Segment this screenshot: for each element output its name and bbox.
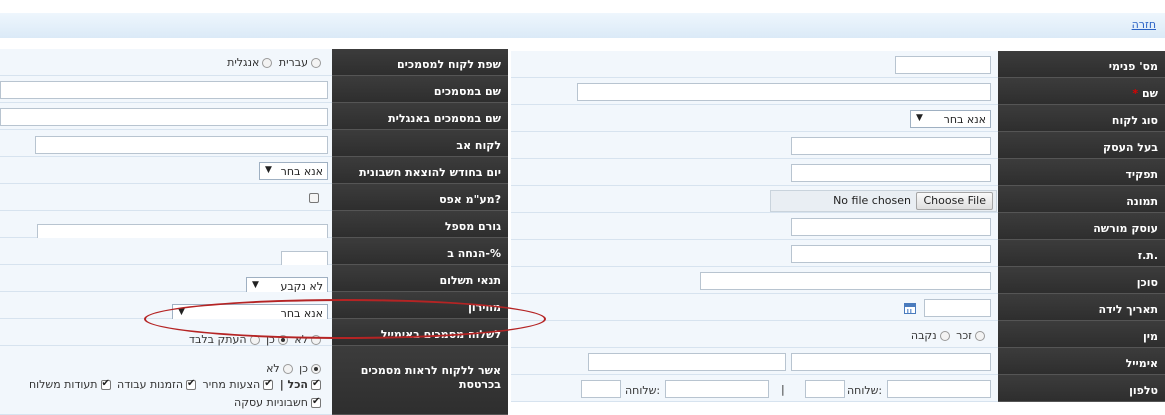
phone-label: טלפון — [998, 375, 1165, 402]
chevron-down-icon: ▼ — [265, 165, 272, 175]
row-invoice-day: אנא בחר ▼ יום בחודש להוצאת חשבונית — [0, 157, 508, 184]
phone2-input[interactable] — [665, 380, 769, 398]
row-referrer: גורם מספל — [0, 211, 508, 242]
choose-file-button[interactable]: Choose File — [916, 192, 993, 210]
internal-no-label: מס' פנימי — [998, 51, 1165, 78]
licensed-dealer-label: עוסק מורשה — [998, 213, 1165, 240]
row-phone: שלוחה: | שלוחה: טלפון — [511, 375, 1165, 402]
documents-settings-panel: עברית אנגלית שפת לקוח למסמכים שם במסמכים… — [0, 44, 508, 415]
work-orders-checkbox[interactable] — [186, 378, 197, 390]
row-birth-date: תאריך לידה — [511, 294, 1165, 321]
row-business-owner: בעל העסק — [511, 132, 1165, 159]
allow-view-options: כן לא — [266, 362, 324, 375]
top-bar: חזרה — [0, 13, 1165, 38]
quotes-checkbox[interactable] — [263, 378, 274, 390]
discount-label: הנחה ב-% — [332, 238, 508, 265]
allow-view-label: אשר ללקוח לראות מסמכים בכרטסת — [332, 346, 508, 415]
business-owner-label: בעל העסק — [998, 132, 1165, 159]
row-doc-name: שם במסמכים — [0, 76, 508, 103]
deal-invoices-checkbox[interactable] — [311, 396, 321, 408]
extension1-label: שלוחה: — [847, 384, 883, 397]
email-label: אימייל — [998, 348, 1165, 375]
allow-yes-radio[interactable] — [311, 364, 321, 374]
row-name: * שם — [511, 78, 1165, 105]
row-licensed-dealer: עוסק מורשה — [511, 213, 1165, 240]
language-options: עברית אנגלית — [227, 56, 324, 69]
image-label: תמונה — [998, 186, 1165, 213]
gender-label: מין — [998, 321, 1165, 348]
gender-options: זכר נקבה — [911, 329, 988, 342]
id-no-input[interactable] — [791, 245, 991, 263]
male-radio[interactable] — [975, 331, 985, 341]
referrer-label: גורם מספל — [332, 211, 508, 238]
delivery-notes-checkbox[interactable] — [100, 378, 111, 390]
no-file-text: No file chosen — [833, 194, 911, 207]
back-link[interactable]: חזרה — [1132, 18, 1156, 31]
customer-type-select[interactable]: אנא בחר ▼ — [910, 110, 991, 128]
phone-input[interactable] — [887, 380, 991, 398]
business-owner-input[interactable] — [791, 137, 991, 155]
row-allow-view: כן לא הכל | הצעות מחיר הזמנות עבודה תעוד… — [0, 346, 508, 415]
email-input[interactable] — [791, 353, 991, 371]
row-payment-terms: לא נקבע ▼ תנאי תשלום — [0, 265, 508, 295]
row-doc-language: עברית אנגלית שפת לקוח למסמכים — [0, 49, 508, 76]
agent-label: סוכן — [998, 267, 1165, 294]
chevron-down-icon: ▼ — [252, 280, 259, 290]
customer-type-label: סוג לקוח — [998, 105, 1165, 132]
doc-types-options: הכל | הצעות מחיר הזמנות עבודה תעודות משל… — [29, 378, 324, 391]
hebrew-radio[interactable] — [311, 58, 321, 68]
invoice-day-label: יום בחודש להוצאת חשבונית — [332, 157, 508, 184]
row-email: אימייל — [511, 348, 1165, 375]
price-list-highlight — [144, 299, 546, 339]
row-customer-type: אנא בחר ▼ סוג לקוח — [511, 105, 1165, 132]
customer-details-panel: מס' פנימי * שם אנא בחר ▼ סוג לקוח בעל העס… — [511, 44, 1165, 415]
doc-name-input[interactable] — [0, 81, 328, 99]
separator: | — [781, 383, 785, 396]
calendar-icon[interactable] — [904, 303, 916, 314]
row-image: Choose File No file chosen תמונה — [511, 186, 1165, 213]
row-gender: זכר נקבה מין — [511, 321, 1165, 348]
row-vat-zero: מע"מ אפס? — [0, 184, 508, 211]
english-radio[interactable] — [262, 58, 273, 68]
row-agent: סוכן — [511, 267, 1165, 294]
deal-invoices-option: חשבוניות עסקה — [234, 396, 324, 409]
doc-name-label: שם במסמכים — [332, 76, 508, 103]
female-radio[interactable] — [939, 331, 950, 341]
parent-customer-label: לקוח אב — [332, 130, 508, 157]
allow-no-radio[interactable] — [282, 364, 293, 374]
role-input[interactable] — [791, 164, 991, 182]
file-input[interactable]: Choose File No file chosen — [770, 190, 997, 212]
birth-date-label: תאריך לידה — [998, 294, 1165, 321]
row-parent-customer: לקוח אב — [0, 130, 508, 157]
name-label: * שם — [998, 78, 1165, 105]
required-star: * — [1132, 87, 1139, 100]
doc-name-en-input[interactable] — [0, 108, 328, 126]
birth-date-input[interactable] — [924, 299, 991, 317]
extension1-input[interactable] — [805, 380, 845, 398]
payment-terms-label: תנאי תשלום — [332, 265, 508, 292]
id-no-label: ת.ז. — [998, 240, 1165, 267]
licensed-dealer-input[interactable] — [791, 218, 991, 236]
vat-zero-label: מע"מ אפס? — [332, 184, 508, 211]
row-internal-no: מס' פנימי — [511, 51, 1165, 78]
extension2-label: שלוחה: — [625, 384, 661, 397]
row-discount: הנחה ב-% — [0, 238, 508, 269]
row-role: תפקיד — [511, 159, 1165, 186]
row-doc-name-en: שם במסמכים באנגלית — [0, 103, 508, 130]
all-checkbox[interactable] — [311, 378, 321, 390]
invoice-day-select[interactable]: אנא בחר ▼ — [259, 162, 328, 180]
doc-name-en-label: שם במסמכים באנגלית — [332, 103, 508, 130]
vat-zero-checkbox[interactable] — [309, 193, 319, 203]
name-input[interactable] — [577, 83, 991, 101]
role-label: תפקיד — [998, 159, 1165, 186]
doc-language-label: שפת לקוח למסמכים — [332, 49, 508, 76]
row-id-no: ת.ז. — [511, 240, 1165, 267]
extension2-input[interactable] — [581, 380, 621, 398]
internal-no-input[interactable] — [895, 56, 991, 74]
email2-input[interactable] — [588, 353, 786, 371]
chevron-down-icon: ▼ — [916, 113, 923, 123]
parent-customer-input[interactable] — [35, 136, 328, 154]
agent-input[interactable] — [700, 272, 991, 290]
